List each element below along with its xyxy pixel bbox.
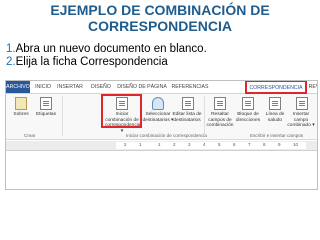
group-label-iniciar: Iniciar combinación de correspondencia xyxy=(126,133,207,138)
ruler-number: 9 xyxy=(278,142,281,147)
step-number: 2. xyxy=(6,56,16,68)
etiquetas-label: Etiquetas xyxy=(35,112,56,117)
word-ribbon-screenshot: ARCHIVO INICIO INSERTAR DISEÑO DISEÑO DE… xyxy=(5,80,318,190)
tab-insertar[interactable]: INSERTAR xyxy=(55,81,85,93)
tab-archivo[interactable]: ARCHIVO xyxy=(6,81,30,93)
slide-title-line-2: CORRESPONDENCIA xyxy=(88,18,232,34)
ruler-number: 3 xyxy=(188,142,191,147)
ruler-number: 1 xyxy=(139,142,142,147)
highlight-box-correspondencia-tab xyxy=(245,81,307,94)
ruler-number: 2 xyxy=(124,142,127,147)
insertar-campo-button[interactable]: Insertar campo combinado ▾ xyxy=(287,96,316,130)
tab-inicio[interactable]: INICIO xyxy=(32,81,54,93)
tab-diseno[interactable]: DISEÑO xyxy=(87,81,115,93)
seleccionar-destinatarios-label: Seleccionar destinatarios ▾ xyxy=(142,112,174,123)
insert-field-icon xyxy=(296,97,308,110)
tab-diseno-de-pagina[interactable]: DISEÑO DE PÁGINA xyxy=(116,81,168,93)
instruction-step: 2.Elija la ficha Correspondencia xyxy=(6,56,306,69)
instruction-list: 1.Abra un nuevo documento en blanco. 2.E… xyxy=(6,43,306,69)
tab-referencias[interactable]: REFERENCIAS xyxy=(170,81,210,93)
group-divider xyxy=(62,96,63,136)
highlight-fields-icon xyxy=(214,97,226,110)
insertar-campo-label: Insertar campo combinado ▾ xyxy=(287,112,315,129)
ruler-number: 10 xyxy=(293,142,299,147)
seleccionar-destinatarios-button[interactable]: Seleccionar destinatarios ▾ xyxy=(143,96,173,130)
ruler-number: 2 xyxy=(173,142,176,147)
editar-lista-button[interactable]: Editar lista de destinatarios xyxy=(172,96,203,130)
ruler-number: 5 xyxy=(218,142,221,147)
document-canvas[interactable] xyxy=(6,151,317,189)
highlight-box-iniciar-button xyxy=(101,94,142,128)
bloque-direcciones-button[interactable]: Bloque de direcciones xyxy=(234,96,262,130)
ruler-number: 1 xyxy=(158,142,161,147)
tab-revisar[interactable]: REV xyxy=(308,81,317,93)
edit-list-icon xyxy=(182,97,194,110)
envelope-icon xyxy=(15,97,27,110)
group-label-crear: Crear xyxy=(24,133,36,138)
step-text: Elija la ficha Correspondencia xyxy=(15,56,168,68)
address-block-icon xyxy=(242,97,254,110)
resaltar-campos-button[interactable]: Resaltar campos de combinación xyxy=(206,96,234,130)
ruler-number: 6 xyxy=(233,142,236,147)
horizontal-ruler[interactable]: 2 1 1 2 3 4 5 6 7 8 9 10 xyxy=(6,141,317,151)
ribbon-panel: Sobres Etiquetas Crear Iniciar combinaci… xyxy=(6,94,317,140)
etiquetas-button[interactable]: Etiquetas xyxy=(33,96,59,130)
slide-title-line-1: EJEMPLO DE COMBINACIÓN DE xyxy=(50,2,270,18)
slide-title: EJEMPLO DE COMBINACIÓN DE CORRESPONDENCI… xyxy=(0,2,320,34)
step-number: 1. xyxy=(6,43,16,55)
labels-icon xyxy=(40,97,52,110)
instruction-step: 1.Abra un nuevo documento en blanco. xyxy=(6,43,306,56)
linea-saludo-button[interactable]: Línea de saludo xyxy=(262,96,288,130)
recipients-icon xyxy=(152,97,164,110)
step-text: Abra un nuevo documento en blanco. xyxy=(15,43,207,55)
editar-lista-label: Editar lista de destinatarios xyxy=(172,112,202,123)
group-label-escribir: Escribir e insertar campos xyxy=(250,133,304,138)
greeting-line-icon xyxy=(269,97,281,110)
ruler-number: 8 xyxy=(263,142,266,147)
ruler-number: 4 xyxy=(203,142,206,147)
ruler-number: 7 xyxy=(248,142,251,147)
